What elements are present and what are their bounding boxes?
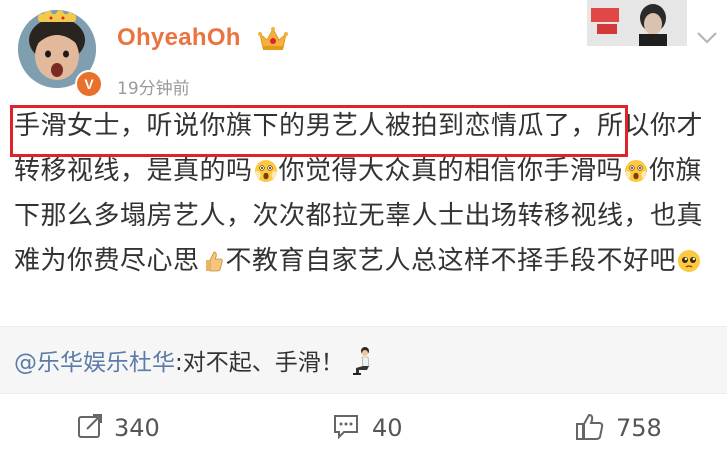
shocked-emoji-icon [254, 160, 278, 182]
repost-count: 340 [114, 414, 160, 442]
shocked-emoji-icon [624, 160, 648, 182]
reply-mention[interactable]: @乐华娱乐杜华 [14, 350, 175, 376]
reply-text: :对不起、手滑！ [175, 350, 344, 376]
highlight-box [10, 105, 628, 157]
thumbs-up-emoji-icon [205, 251, 223, 272]
chevron-down-icon[interactable] [695, 30, 719, 46]
post-timestamp: 19分钟前 [117, 79, 190, 99]
post-header: V OhyeahOh 19分钟前 [0, 0, 727, 100]
post-text-part4: 不教育自家艺人总这样不择手段不好吧 [225, 246, 677, 276]
repost-icon [78, 414, 102, 438]
thumbs-up-icon [576, 413, 604, 440]
profile-thumbnail[interactable] [587, 0, 687, 46]
comment-icon [334, 415, 358, 440]
verified-badge: V [75, 70, 103, 98]
username[interactable]: OhyeahOh [117, 24, 241, 52]
pleading-emoji-icon [678, 250, 701, 272]
crown-icon [258, 27, 288, 50]
comment-count: 40 [372, 414, 403, 442]
reply-line: @乐华娱乐杜华:对不起、手滑！ [14, 343, 376, 377]
like-count: 758 [616, 414, 662, 442]
reply-preview[interactable]: @乐华娱乐杜华:对不起、手滑！ [0, 326, 727, 394]
post-text-part2: 你觉得大众真的相信你手滑吗 [278, 156, 624, 186]
action-bar: 340 40 758 [0, 400, 727, 457]
kneeling-person-emoji-icon [352, 347, 370, 375]
